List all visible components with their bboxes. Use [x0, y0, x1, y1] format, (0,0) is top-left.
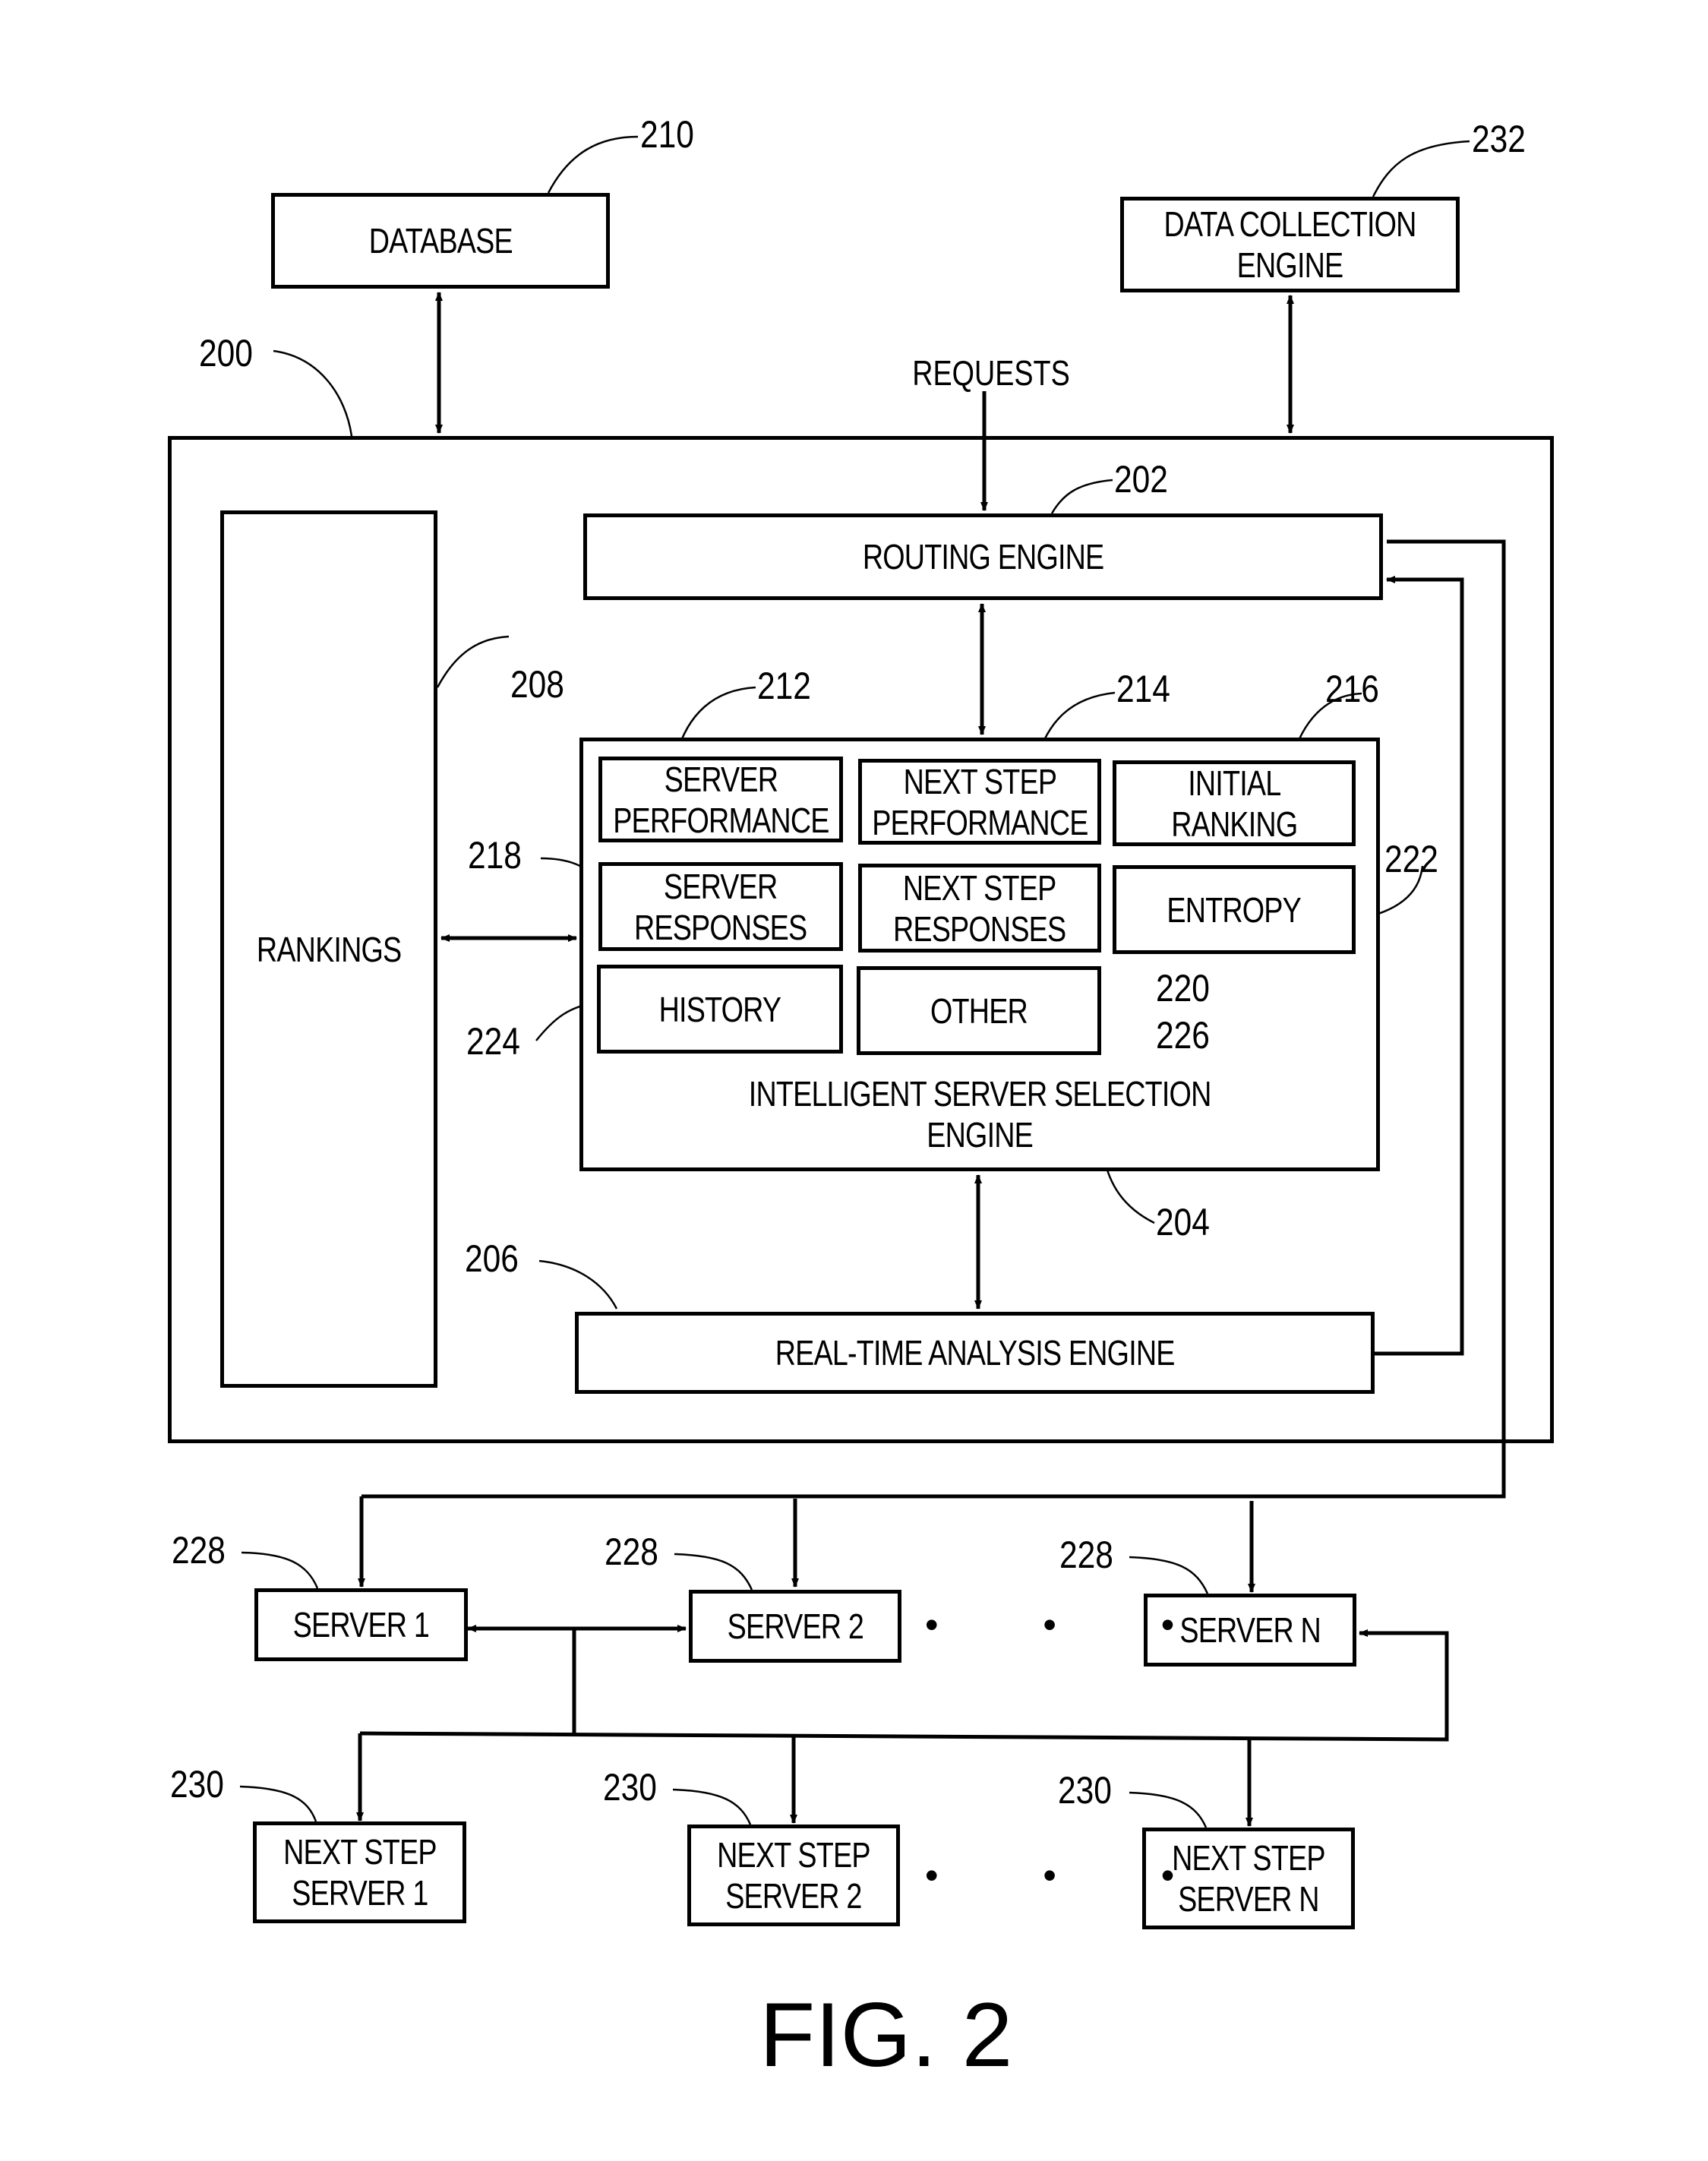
leader-228a [241, 1551, 319, 1589]
ref-230-ns-n: 230 [1058, 1769, 1112, 1812]
module-label: ENTROPY [1167, 889, 1302, 930]
next-step-server-label: NEXT STEP SERVER 2 [717, 1835, 870, 1916]
module-label: NEXT STEP RESPONSES [893, 867, 1066, 949]
module-history[interactable]: HISTORY [597, 965, 843, 1054]
ref-210: 210 [640, 113, 694, 156]
ref-222: 222 [1384, 838, 1438, 880]
database-box[interactable]: DATABASE [271, 193, 610, 289]
ref-232: 232 [1472, 118, 1526, 160]
data-collection-engine-label: DATA COLLECTION ENGINE [1163, 204, 1416, 285]
server-1-box[interactable]: SERVER 1 [254, 1588, 468, 1661]
ref-220: 220 [1156, 967, 1210, 1009]
ref-228-server-1: 228 [172, 1529, 226, 1572]
leader-210 [547, 135, 639, 194]
ref-202: 202 [1114, 458, 1168, 501]
module-next-step-responses[interactable]: NEXT STEP RESPONSES [858, 864, 1101, 953]
module-label: INITIAL RANKING [1170, 763, 1298, 844]
ref-224: 224 [466, 1020, 520, 1063]
routing-engine-box[interactable]: ROUTING ENGINE [583, 513, 1383, 600]
module-label: SERVER PERFORMANCE [612, 759, 829, 840]
ref-230-ns-1: 230 [170, 1763, 224, 1806]
ref-200: 200 [199, 332, 253, 374]
module-other[interactable]: OTHER [857, 966, 1101, 1055]
ref-214: 214 [1116, 668, 1170, 710]
ref-228-server-n: 228 [1059, 1534, 1113, 1576]
next-step-server-1-box[interactable]: NEXT STEP SERVER 1 [253, 1821, 466, 1923]
server-label: SERVER 1 [292, 1605, 430, 1644]
iss-engine-label: INTELLIGENT SERVER SELECTION ENGINE [748, 1074, 1212, 1155]
ref-204: 204 [1156, 1201, 1210, 1243]
server-label: SERVER 2 [727, 1607, 863, 1646]
module-server-performance[interactable]: SERVER PERFORMANCE [598, 757, 843, 842]
leader-200 [273, 349, 353, 437]
leader-228c [1129, 1556, 1209, 1594]
module-entropy[interactable]: ENTROPY [1113, 865, 1356, 954]
module-label: NEXT STEP PERFORMANCE [871, 761, 1088, 842]
servers-ellipsis: • • • [925, 1603, 1222, 1646]
module-label: SERVER RESPONSES [634, 866, 807, 947]
ref-228-server-2: 228 [605, 1531, 658, 1573]
real-time-analysis-engine-box[interactable]: REAL-TIME ANALYSIS ENGINE [575, 1312, 1375, 1394]
server-2-box[interactable]: SERVER 2 [689, 1590, 901, 1663]
figure-title: FIG. 2 [759, 1984, 1013, 2086]
module-next-step-performance[interactable]: NEXT STEP PERFORMANCE [858, 759, 1101, 845]
next-step-server-label: NEXT STEP SERVER 1 [283, 1832, 437, 1913]
data-collection-engine-box[interactable]: DATA COLLECTION ENGINE [1120, 197, 1460, 292]
module-label: HISTORY [658, 989, 781, 1029]
requests-label: REQUESTS [912, 353, 1070, 393]
module-label: OTHER [930, 990, 1028, 1031]
leader-230a [239, 1785, 317, 1822]
ref-218: 218 [468, 834, 522, 877]
leader-232 [1372, 140, 1470, 197]
real-time-analysis-engine-label: REAL-TIME ANALYSIS ENGINE [775, 1333, 1176, 1373]
ref-208: 208 [510, 663, 564, 706]
ref-226: 226 [1156, 1014, 1210, 1057]
leader-230b [672, 1788, 752, 1825]
ref-230-ns-2: 230 [603, 1766, 657, 1809]
leader-230c [1129, 1791, 1208, 1828]
next-step-server-2-box[interactable]: NEXT STEP SERVER 2 [687, 1825, 900, 1926]
routing-engine-label: ROUTING ENGINE [862, 537, 1104, 577]
next-step-servers-ellipsis: • • • [925, 1854, 1222, 1897]
rankings-box[interactable]: RANKINGS [220, 510, 437, 1388]
database-label: DATABASE [368, 221, 513, 261]
leader-228b [674, 1553, 753, 1591]
ref-212: 212 [757, 665, 811, 707]
module-initial-ranking[interactable]: INITIAL RANKING [1113, 760, 1356, 846]
rankings-label: RANKINGS [256, 929, 402, 969]
module-server-responses[interactable]: SERVER RESPONSES [598, 862, 843, 951]
ref-216: 216 [1325, 668, 1379, 710]
ref-206: 206 [465, 1237, 519, 1280]
